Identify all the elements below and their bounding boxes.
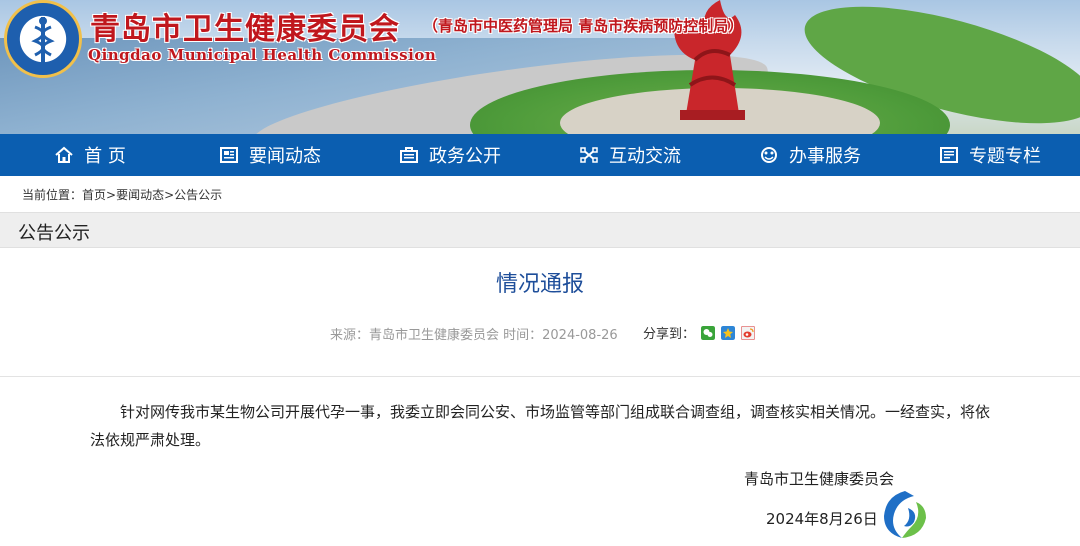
home-icon — [55, 146, 73, 163]
share-label: 分享到： — [643, 327, 696, 342]
site-title[interactable]: 青岛市卫生健康委员会 — [90, 4, 400, 48]
health-commission-logo[interactable] — [4, 0, 82, 78]
nav-item-home[interactable]: 首 页 — [0, 134, 180, 176]
media-logo-icon — [880, 489, 930, 539]
article-divider — [0, 376, 1080, 377]
main-nav: 首 页 要闻动态 政务公开 互动交流 办事服务 专题专栏 — [0, 134, 1080, 176]
article-date: 2024年8月26日 — [766, 510, 878, 528]
column-icon — [940, 147, 958, 163]
header-banner: 青岛市卫生健康委员会 （青岛市中医药管理局 青岛市疾病预防控制局） Qingda… — [0, 0, 1080, 134]
nav-item-news[interactable]: 要闻动态 — [180, 134, 360, 176]
breadcrumb: 当前位置：首页>要闻动态>公告公示 — [22, 186, 222, 203]
wechat-share-icon[interactable] — [701, 325, 716, 340]
page: 青岛市卫生健康委员会 （青岛市中医药管理局 青岛市疾病预防控制局） Qingda… — [0, 0, 1080, 546]
nav-item-label: 要闻动态 — [249, 146, 321, 167]
nav-item-label: 首 页 — [84, 146, 126, 167]
briefcase-icon — [400, 147, 418, 163]
site-subtitle: （青岛市中医药管理局 青岛市疾病预防控制局） — [423, 17, 744, 35]
article-signature: 青岛市卫生健康委员会 — [744, 470, 895, 488]
nav-item-interaction[interactable]: 互动交流 — [540, 134, 720, 176]
section-title: 公告公示 — [18, 223, 90, 244]
breadcrumb-prefix: 当前位置： — [22, 188, 83, 202]
weibo-share-icon[interactable] — [741, 325, 756, 340]
nav-item-services[interactable]: 办事服务 — [720, 134, 900, 176]
site-title-english: Qingdao Municipal Health Commission — [88, 46, 437, 64]
article-title: 情况通报 — [495, 272, 584, 297]
service-icon — [761, 147, 777, 163]
breadcrumb-link-home[interactable]: 首页 — [82, 188, 106, 202]
share-bar: 分享到： — [643, 323, 756, 342]
article-meta: 来源：青岛市卫生健康委员会 时间：2024-08-26 — [330, 328, 618, 343]
interaction-icon — [580, 147, 598, 163]
breadcrumb-link-announcements[interactable]: 公告公示 — [174, 188, 222, 202]
nav-item-label: 专题专栏 — [969, 146, 1041, 167]
nav-item-special-column[interactable]: 专题专栏 — [900, 134, 1080, 176]
news-icon — [220, 147, 238, 163]
caduceus-icon — [31, 17, 55, 63]
nav-item-label: 互动交流 — [609, 146, 681, 167]
nav-item-label: 办事服务 — [789, 146, 861, 167]
qzone-share-icon[interactable] — [721, 325, 736, 340]
breadcrumb-separator: > — [164, 188, 175, 202]
breadcrumb-link-news[interactable]: 要闻动态 — [116, 188, 164, 202]
article-body: 针对网传我市某生物公司开展代孕一事，我委立即会同公安、市场监管等部门组成联合调查… — [90, 403, 991, 449]
nav-item-label: 政务公开 — [429, 146, 501, 167]
nav-item-government-affairs[interactable]: 政务公开 — [360, 134, 540, 176]
breadcrumb-separator: > — [106, 188, 117, 202]
section-header: 公告公示 — [0, 212, 1080, 248]
